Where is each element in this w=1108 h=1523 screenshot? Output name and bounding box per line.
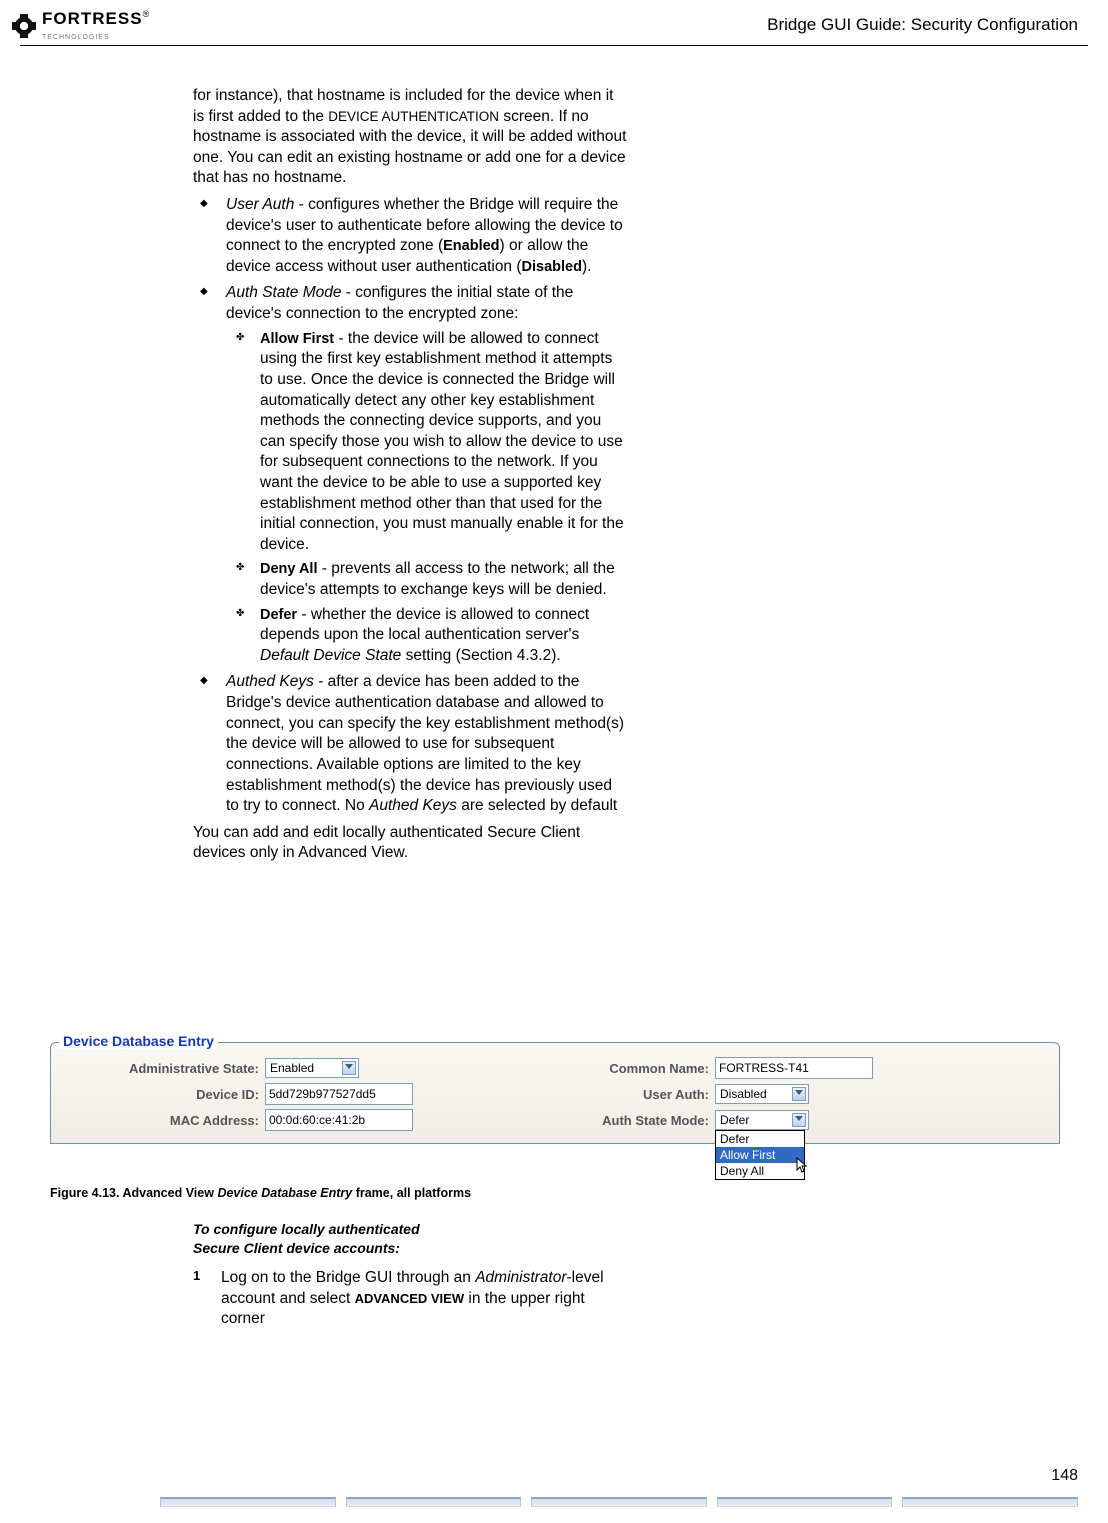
authed-keys-term: Authed Keys <box>226 673 314 690</box>
step-text: Log on to the Bridge GUI through an Admi… <box>221 1268 628 1330</box>
procedure-heading: To configure locally authenticated Secur… <box>193 1220 420 1258</box>
common-name-input[interactable] <box>715 1057 873 1079</box>
intro-device-auth-caps: DEVICE AUTHENTICATION <box>328 109 499 124</box>
label-admin-state: Administrative State: <box>69 1061 265 1076</box>
auth-mode-dropdown-list[interactable]: Defer Allow First Deny All <box>715 1130 805 1180</box>
defer-label: Defer <box>260 607 297 623</box>
defer-ital: Default Device State <box>260 647 401 664</box>
proc-heading-line1: To configure locally authenticated <box>193 1221 420 1237</box>
fortress-logo-icon <box>10 12 38 40</box>
step-number: 1 <box>193 1268 221 1330</box>
intro-paragraph: for instance), that hostname is included… <box>193 86 628 189</box>
figure-caption-prefix: Figure 4.13. Advanced View <box>50 1186 217 1200</box>
label-device-id: Device ID: <box>69 1087 265 1102</box>
auth-mode-value: Defer <box>720 1113 749 1127</box>
sub-allow-first: Allow First - the device will be allowed… <box>254 329 628 556</box>
figure-caption-ital: Device Database Entry <box>217 1186 352 1200</box>
sub-deny-all: Deny All - prevents all access to the ne… <box>254 559 628 600</box>
device-database-entry-panel: Device Database Entry Administrative Sta… <box>50 1042 1060 1144</box>
brand-name: FORTRESS <box>42 9 143 28</box>
user-auth-enabled: Enabled <box>443 238 499 254</box>
admin-state-value: Enabled <box>270 1061 314 1075</box>
bullet-authed-keys: Authed Keys - after a device has been ad… <box>216 672 628 816</box>
panel-legend: Device Database Entry <box>59 1033 218 1049</box>
step1-caps: ADVANCED VIEW <box>355 1291 465 1306</box>
dropdown-option-allow-first[interactable]: Allow First <box>716 1147 804 1163</box>
label-user-auth: User Auth: <box>539 1087 715 1102</box>
figure-caption-suffix: frame, all platforms <box>352 1186 471 1200</box>
step1-a: Log on to the Bridge GUI through an <box>221 1269 475 1286</box>
auth-mode-select[interactable]: Defer Defer Allow First Deny All <box>715 1110 809 1130</box>
asm-term: Auth State Mode <box>226 284 341 301</box>
user-auth-disabled: Disabled <box>522 259 582 275</box>
closing-paragraph: You can add and edit locally authenticat… <box>193 823 628 864</box>
user-auth-select[interactable]: Disabled <box>715 1084 809 1104</box>
user-auth-text-c: ). <box>582 258 591 275</box>
admin-state-select[interactable]: Enabled <box>265 1058 359 1078</box>
user-auth-value: Disabled <box>720 1087 767 1101</box>
label-auth-mode: Auth State Mode: <box>539 1113 715 1128</box>
defer-text-b: setting (Section 4.3.2). <box>401 647 560 664</box>
mac-input[interactable] <box>265 1109 413 1131</box>
deny-all-label: Deny All <box>260 561 317 577</box>
proc-heading-line2: Secure Client device accounts: <box>193 1240 400 1256</box>
registered-mark: ® <box>143 9 150 19</box>
header-divider <box>20 45 1088 46</box>
chevron-down-icon <box>795 1090 803 1095</box>
page-header-title: Bridge GUI Guide: Security Configuration <box>767 15 1078 35</box>
bullet-auth-state-mode: Auth State Mode - configures the initial… <box>216 283 628 666</box>
footer-decorative-bar <box>160 1497 1088 1511</box>
label-common-name: Common Name: <box>539 1061 715 1076</box>
device-id-input[interactable] <box>265 1083 413 1105</box>
bullet-user-auth: User Auth - configures whether the Bridg… <box>216 195 628 277</box>
step-1: 1 Log on to the Bridge GUI through an Ad… <box>193 1268 628 1330</box>
figure-caption: Figure 4.13. Advanced View Device Databa… <box>50 1186 471 1200</box>
authed-keys-ital: Authed Keys <box>369 797 457 814</box>
step1-ital: Administrator <box>475 1269 566 1286</box>
label-mac: MAC Address: <box>69 1113 265 1128</box>
sub-defer: Defer - whether the device is allowed to… <box>254 605 628 667</box>
authed-keys-text-b: are selected by default <box>457 797 617 814</box>
brand-subtitle: TECHNOLOGIES <box>42 34 110 41</box>
chevron-down-icon <box>795 1116 803 1121</box>
user-auth-term: User Auth <box>226 196 294 213</box>
dropdown-option-deny-all[interactable]: Deny All <box>716 1163 804 1179</box>
brand-logo: FORTRESS® TECHNOLOGIES <box>10 10 149 42</box>
authed-keys-text-a: - after a device has been added to the B… <box>226 673 624 814</box>
defer-text-a: - whether the device is allowed to conne… <box>260 606 589 644</box>
allow-first-text: - the device will be allowed to connect … <box>260 330 624 553</box>
page-number: 148 <box>1051 1467 1078 1485</box>
brand-text: FORTRESS® TECHNOLOGIES <box>42 10 149 42</box>
allow-first-label: Allow First <box>260 331 334 347</box>
dropdown-option-defer[interactable]: Defer <box>716 1131 804 1147</box>
chevron-down-icon <box>345 1064 353 1069</box>
